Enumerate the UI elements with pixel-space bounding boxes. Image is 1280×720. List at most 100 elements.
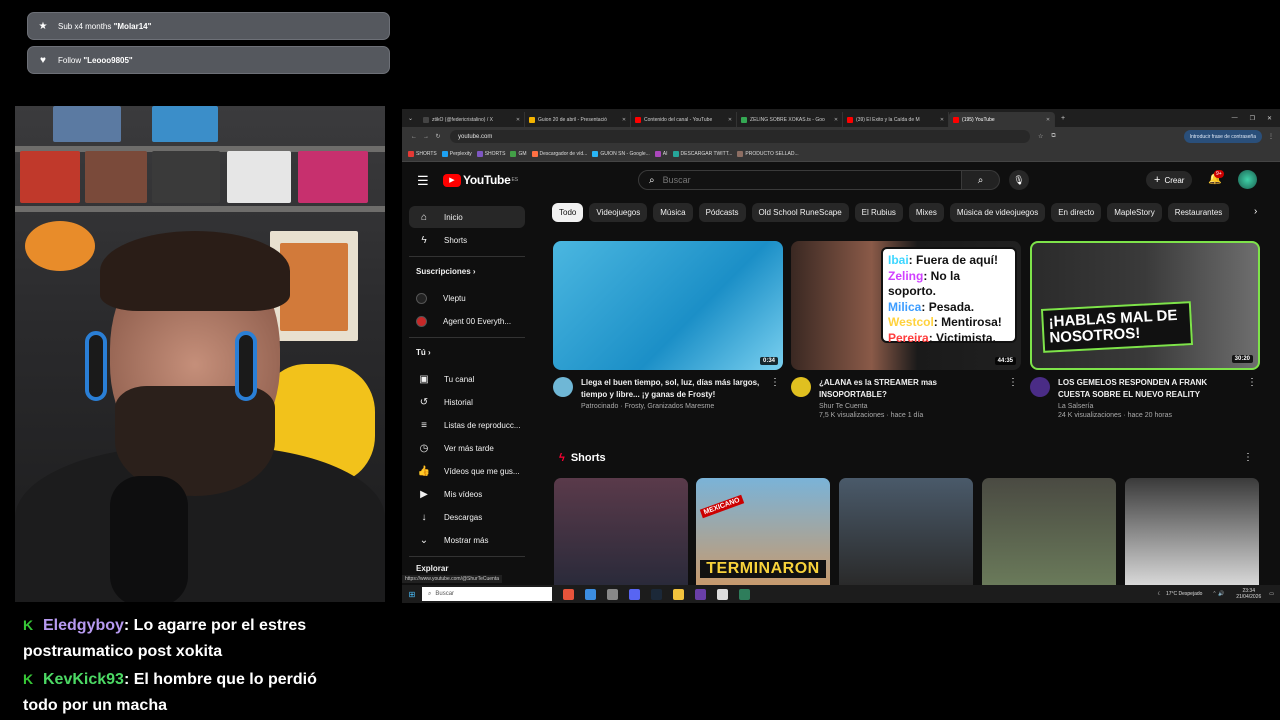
chevron-right-icon[interactable]: › <box>1254 206 1257 217</box>
video-thumbnail[interactable]: 0:34 <box>553 241 783 370</box>
sidebar-item-you[interactable]: ↺ Historial <box>409 391 525 413</box>
password-button[interactable]: Introducir frase de contraseña <box>1183 130 1262 143</box>
edge-taskbar-icon[interactable] <box>585 588 596 600</box>
channel-avatar[interactable] <box>553 377 573 397</box>
browser-tab[interactable]: ztikO (@federicristalino) / X ✕ <box>419 112 526 127</box>
short-card[interactable] <box>554 478 688 585</box>
filter-chip[interactable]: Videojuegos <box>589 203 648 222</box>
short-card[interactable] <box>982 478 1116 585</box>
bookmark-item[interactable]: SHORTS <box>476 150 505 157</box>
bookmark-item[interactable]: SHORTS <box>408 150 437 157</box>
search-input[interactable]: ⌕ Buscar <box>638 170 962 190</box>
video-title[interactable]: ¿ALANA es la STREAMER mas INSOPORTABLE? <box>819 377 999 401</box>
account-avatar[interactable] <box>1238 170 1257 189</box>
video-card[interactable]: ¡HABLAS MAL DE NOSOTROS! 30:20 LOS GEMELOS… <box>1030 241 1260 419</box>
bookmark-item[interactable]: AI <box>654 150 668 157</box>
filter-chip[interactable]: El Rubius <box>854 203 903 222</box>
more-options-icon[interactable]: ⋮ <box>1243 452 1253 463</box>
taskbar-clock[interactable]: 23:34 21/04/2026 <box>1236 588 1261 600</box>
filter-chip[interactable]: Restaurantes <box>1167 203 1230 222</box>
sidebar-item-inicio[interactable]: ⌂ Inicio <box>409 206 525 228</box>
channel-avatar[interactable] <box>791 377 811 397</box>
bookmark-item[interactable]: GM <box>510 150 527 157</box>
you-heading[interactable]: Tú › <box>416 348 431 357</box>
extensions-icon[interactable]: ⧉ <box>1051 133 1055 140</box>
video-channel[interactable]: Patrocinado · Frosty, Granizados Maresme <box>581 403 783 410</box>
filter-chip[interactable]: En directo <box>1051 203 1102 222</box>
notion-taskbar-icon[interactable] <box>717 588 728 600</box>
bookmark-item[interactable]: DESCARGAR TWITT... <box>672 150 732 157</box>
video-channel[interactable]: Shur Te Cuenta <box>819 403 1021 410</box>
chrome-taskbar-icon[interactable] <box>563 588 574 600</box>
filter-chip[interactable]: Mixes <box>908 203 944 222</box>
bookmark-item[interactable]: PRODUCTO SELLAD... <box>737 150 799 157</box>
sidebar-item-you[interactable]: 👍 Vídeos que me gus... <box>409 460 525 482</box>
discord-taskbar-icon[interactable] <box>629 588 640 600</box>
obs-taskbar-icon[interactable] <box>607 588 618 600</box>
voice-search-button[interactable]: 🎙 <box>1009 170 1029 190</box>
sidebar-item-you[interactable]: ≡ Listas de reproducc... <box>409 414 525 436</box>
notification-center-icon[interactable]: ▭ <box>1269 591 1274 597</box>
browser-tab[interactable]: Guion 20 de abril - Presentació ✕ <box>525 112 632 127</box>
sidebar-item-you[interactable]: ⌄ Mostrar más <box>409 529 525 551</box>
close-icon[interactable]: ✕ <box>1267 115 1272 122</box>
create-button[interactable]: + Crear <box>1146 171 1193 189</box>
search-button[interactable]: ⌕ <box>962 170 1000 190</box>
video-thumbnail[interactable]: ¡HABLAS MAL DE NOSOTROS! 30:20 <box>1030 241 1260 370</box>
tab-close-icon[interactable]: ✕ <box>619 117 626 123</box>
sidebar-item-you[interactable]: ◷ Ver más tarde <box>409 437 525 459</box>
bookmark-item[interactable]: GUION SN - Google... <box>592 150 650 157</box>
bookmark-item[interactable]: Perplexity <box>441 150 472 157</box>
hamburger-menu-icon[interactable]: ☰ <box>417 173 429 189</box>
video-card[interactable]: 0:34 Llega el buen tiempo, sol, luz, días… <box>553 241 783 410</box>
video-title[interactable]: Llega el buen tiempo, sol, luz, días más… <box>581 377 761 401</box>
browser-menu-icon[interactable]: ⋮ <box>1268 133 1274 140</box>
filter-chip[interactable]: Old School RuneScape <box>751 203 849 222</box>
more-options-icon[interactable]: ⋮ <box>1008 377 1018 388</box>
more-options-icon[interactable]: ⋮ <box>1247 377 1257 388</box>
video-title[interactable]: LOS GEMELOS RESPONDEN A FRANK CUESTA SOB… <box>1058 377 1238 401</box>
subscription-item[interactable]: Vleptu <box>409 287 525 309</box>
video-card[interactable]: Ibai: Fuera de aquí! Zeling: No la soport… <box>791 241 1021 419</box>
tab-close-icon[interactable]: ✕ <box>831 117 838 123</box>
bookmark-item[interactable]: Descargador de víd... <box>531 150 587 157</box>
filter-chip[interactable]: MapleStory <box>1107 203 1162 222</box>
minimize-icon[interactable]: — <box>1232 115 1238 122</box>
explorer-taskbar-icon[interactable] <box>673 588 684 600</box>
star-bookmark-icon[interactable]: ☆ <box>1038 133 1043 140</box>
more-options-icon[interactable]: ⋮ <box>770 377 780 388</box>
back-icon[interactable]: ← <box>408 134 420 140</box>
browser-tab[interactable]: (39) El Éxito y la Caída de M ✕ <box>843 112 950 127</box>
browser-tab[interactable]: ZELING SOBRE XOKAS.ts - Goo ✕ <box>737 112 844 127</box>
tray-icons[interactable]: ⌃ 🔊 <box>1212 591 1224 597</box>
filter-chip[interactable]: Música <box>653 203 693 222</box>
app2-taskbar-icon[interactable] <box>739 588 750 600</box>
short-card[interactable]: MEXICANO TERMINARON <box>696 478 830 585</box>
new-tab-button[interactable]: + <box>1061 115 1065 122</box>
sidebar-item-shorts[interactable]: ϟ Shorts <box>409 229 525 251</box>
youtube-logo[interactable]: ▶ YouTube ES <box>443 173 518 187</box>
tab-close-icon[interactable]: ✕ <box>725 117 732 123</box>
tab-close-icon[interactable]: ✕ <box>513 117 520 123</box>
windows-start-icon[interactable]: ⊞ <box>402 590 422 599</box>
short-card[interactable] <box>1125 478 1259 585</box>
tab-close-icon[interactable]: ✕ <box>1043 117 1050 123</box>
taskbar-search-input[interactable]: ⌕ Buscar <box>422 587 552 601</box>
sidebar-item-you[interactable]: ↓ Descargas <box>409 506 525 528</box>
subscriptions-heading[interactable]: Suscripciones › <box>416 267 476 276</box>
video-thumbnail[interactable]: Ibai: Fuera de aquí! Zeling: No la soport… <box>791 241 1021 370</box>
short-card[interactable] <box>839 478 973 585</box>
reload-icon[interactable]: ↻ <box>432 133 444 140</box>
sidebar-item-you[interactable]: ▣ Tu canal <box>409 368 525 390</box>
browser-tab[interactable]: Contenido del canal - YouTube ✕ <box>631 112 738 127</box>
tab-search-icon[interactable]: ⌄ <box>408 115 413 122</box>
filter-chip[interactable]: Pódcasts <box>698 203 746 222</box>
url-field[interactable]: youtube.com <box>450 130 1030 143</box>
filter-chip[interactable]: Música de videojuegos <box>949 203 1046 222</box>
subscription-item[interactable]: Agent 00 Everyth... <box>409 310 525 332</box>
filter-chip[interactable]: Todo <box>552 203 584 222</box>
sidebar-item-you[interactable]: ▶ Mis vídeos <box>409 483 525 505</box>
forward-icon[interactable]: → <box>420 134 432 140</box>
browser-tab[interactable]: (195) YouTube ✕ <box>949 112 1056 127</box>
channel-avatar[interactable] <box>1030 377 1050 397</box>
